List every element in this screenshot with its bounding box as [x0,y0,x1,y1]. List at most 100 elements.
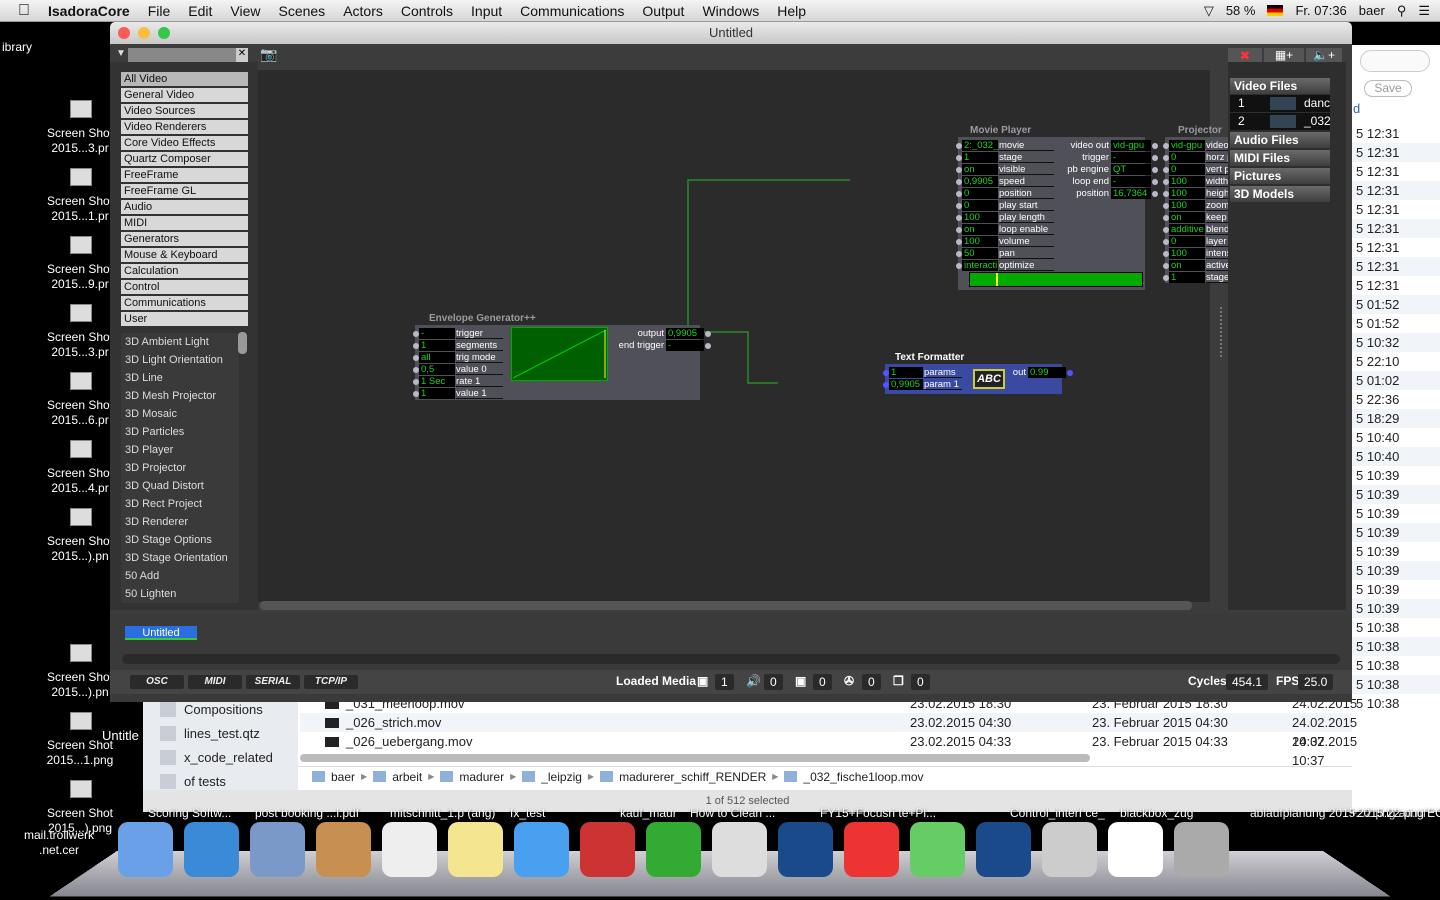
actor-search-input[interactable] [128,48,248,62]
file-row[interactable]: _026_uebergang.mov 23.02.2015 04:33 23. Fe… [300,732,1357,768]
dock-app-icon[interactable] [1108,822,1163,877]
category-user[interactable]: User [121,312,248,326]
output-port[interactable] [1152,143,1158,149]
input-value-width[interactable]: 100 [1169,176,1205,187]
dock-app-icon[interactable] [580,822,635,877]
category-midi[interactable]: MIDI [121,216,248,230]
dock-app-icon[interactable] [778,822,833,877]
file-row[interactable]: _026_strich.mov 23.02.2015 04:30 23. Febru… [300,713,1357,749]
library-toggle-icon[interactable]: ▼ [116,48,126,59]
dock-app-icon[interactable] [844,822,899,877]
actor-item[interactable]: 3D Player [121,441,239,459]
actor-item[interactable]: 50 Lighten [121,585,239,603]
desktop-file-untitled[interactable]: Untitle [102,728,139,743]
input-value-stage[interactable]: 1 [1169,272,1205,283]
actor-item[interactable]: 3D Stage Options [121,531,239,549]
apple-menu-icon[interactable]:  [0,2,39,20]
desktop-icon[interactable]: Screen Shot 2015...3.pr [0,98,113,158]
path-item[interactable]: arbeit [392,770,422,784]
battery-status[interactable]: 58 % [1226,3,1256,18]
input-value-value-1[interactable]: 1 [419,388,455,399]
input-value-value-0[interactable]: 0,5 [419,364,455,375]
dock-app-icon[interactable] [448,822,503,877]
column-header[interactable]: d [1353,101,1360,116]
category-generators[interactable]: Generators [121,232,248,246]
media-file-row[interactable]: 1 danc [1230,95,1330,112]
actor-item[interactable]: 3D Rect Project [121,495,239,513]
dock-app-icon[interactable] [1174,822,1229,877]
actor-item[interactable]: 3D Line [121,369,239,387]
input-value-blend[interactable]: additive [1169,224,1205,235]
finder-sidebar-item[interactable]: of tests [160,774,226,789]
dock-app-icon[interactable] [1042,822,1097,877]
flag-icon[interactable] [1267,5,1284,16]
input-value-play-length[interactable]: 100 [962,212,998,223]
dock-app-icon[interactable] [910,822,965,877]
finder-sidebar-item[interactable]: Compositions [160,702,263,717]
status-button-serial[interactable]: SERIAL [246,675,300,689]
dock-app-icon[interactable] [184,822,239,877]
actor-item[interactable]: 3D Stage Orientation [121,549,239,567]
menu-edit[interactable]: Edit [179,3,221,19]
media-section-3d-models[interactable]: 3D Models [1230,186,1330,202]
desktop-icon[interactable]: Screen Shot 2015...9.pr [0,234,113,294]
user-menu[interactable]: baer [1359,3,1385,18]
input-value-param-1[interactable]: 0,9905 [889,379,923,390]
horizontal-scrollbar[interactable] [300,754,1090,762]
dock-app-icon[interactable] [646,822,701,877]
category-freeframe[interactable]: FreeFrame [121,168,248,182]
desktop-icon[interactable]: Screen Shot 2015...3.pr [0,302,113,362]
input-value-speed[interactable]: 0,9905 [962,176,998,187]
menu-actors[interactable]: Actors [334,3,392,19]
menu-view[interactable]: View [221,3,269,19]
category-audio[interactable]: Audio [121,200,248,214]
category-control[interactable]: Control [121,280,248,294]
notification-icon[interactable]: ☰ [1418,3,1430,19]
desktop-icon[interactable]: Screen Shot 2015...).pn [0,506,113,566]
finder-search-field[interactable] [1360,50,1430,72]
status-button-tcpip[interactable]: TCP/IP [304,675,358,689]
media-section-audio-files[interactable]: Audio Files [1230,132,1330,148]
category-core-video-effects[interactable]: Core Video Effects [121,136,248,150]
menu-input[interactable]: Input [462,3,511,19]
desktop-icon[interactable]: Screen Shot 2015...6.pr [0,370,113,430]
input-value-horz-pos[interactable]: 0 [1169,152,1205,163]
scene-scrollbar[interactable] [122,654,1340,664]
input-value-pan[interactable]: 50 [962,248,998,259]
patch-horizontal-scrollbar[interactable] [260,601,1192,610]
input-value-trigger[interactable]: - [419,328,455,339]
clear-search-icon[interactable]: ✕ [236,48,248,62]
envelope-graph[interactable] [511,327,608,381]
category-freeframe-gl[interactable]: FreeFrame GL [121,184,248,198]
output-port[interactable] [705,343,711,349]
menu-help[interactable]: Help [768,3,815,19]
menu-controls[interactable]: Controls [392,3,462,19]
path-item[interactable]: madurerer_schiff_RENDER [619,770,766,784]
camera-icon[interactable]: 📷 [260,46,277,63]
category-communications[interactable]: Communications [121,296,248,310]
library-scrollbar[interactable] [238,332,247,354]
menu-scenes[interactable]: Scenes [269,3,334,19]
status-button-midi[interactable]: MIDI [188,675,242,689]
dock-app-icon[interactable] [382,822,437,877]
output-port[interactable] [1152,167,1158,173]
desktop-icon[interactable]: Screen Shot 2015...4.pr [0,438,113,498]
input-value-video[interactable]: vid-gpu [1169,140,1205,151]
input-value-active[interactable]: on [1169,260,1205,271]
actor-item[interactable]: 3D Quad Distort [121,477,239,495]
close-button[interactable] [118,27,130,39]
input-value-intensity[interactable]: 100 [1169,248,1205,259]
actor-item[interactable]: 3D Projector [121,459,239,477]
input-value-position[interactable]: 0 [962,188,998,199]
category-quartz-composer[interactable]: Quartz Composer [121,152,248,166]
category-video-renderers[interactable]: Video Renderers [121,120,248,134]
dock-app-icon[interactable] [976,822,1031,877]
input-value-keep-aspect[interactable]: on [1169,212,1205,223]
path-item[interactable]: madurer [459,770,504,784]
category-video-sources[interactable]: Video Sources [121,104,248,118]
save-button[interactable]: Save [1364,80,1412,97]
menu-output[interactable]: Output [633,3,693,19]
output-port[interactable] [1152,155,1158,161]
output-port[interactable] [705,331,711,337]
dock-app-icon[interactable] [250,822,305,877]
